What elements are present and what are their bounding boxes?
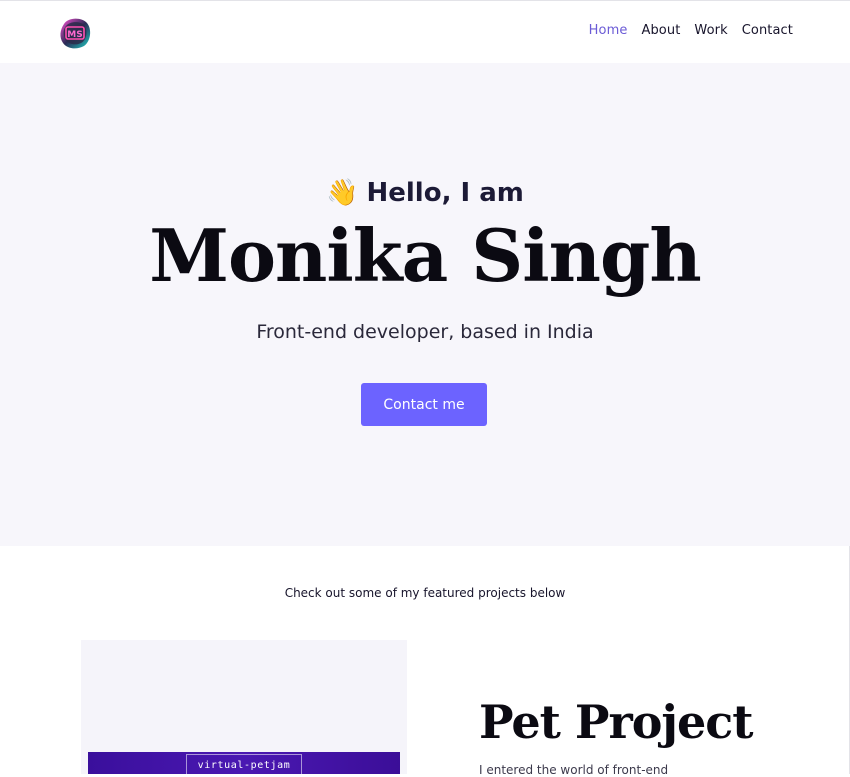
project-title: Pet Project <box>479 695 754 749</box>
logo-icon: MS <box>60 18 91 49</box>
site-header: MS Home About Work Contact <box>0 1 850 63</box>
project-thumbnail-label: virtual-petjam <box>186 754 302 774</box>
nav-link-home[interactable]: Home <box>589 23 628 38</box>
project-description: I entered the world of front-end <box>479 763 669 777</box>
nav-link-work[interactable]: Work <box>694 23 727 38</box>
contact-me-button[interactable]: Contact me <box>361 383 487 426</box>
project-thumbnail[interactable]: virtual-petjam <box>81 640 407 774</box>
greeting: 👋 Hello, I am <box>0 178 850 208</box>
hero-name: Monika Singh <box>149 213 701 298</box>
svg-text:MS: MS <box>67 30 82 40</box>
project-thumbnail-screen: virtual-petjam <box>88 752 400 774</box>
main-nav: Home About Work Contact <box>589 23 793 38</box>
greeting-text: Hello, I am <box>366 178 524 208</box>
projects-intro: Check out some of my featured projects b… <box>284 586 566 600</box>
nav-link-about[interactable]: About <box>641 23 680 38</box>
hero-section: 👋 Hello, I am Monika Singh Front-end deve… <box>0 63 850 546</box>
hero-tagline: Front-end developer, based in India <box>256 321 594 343</box>
wave-icon: 👋 <box>326 178 359 208</box>
logo[interactable]: MS <box>58 16 92 50</box>
nav-link-contact[interactable]: Contact <box>742 23 793 38</box>
